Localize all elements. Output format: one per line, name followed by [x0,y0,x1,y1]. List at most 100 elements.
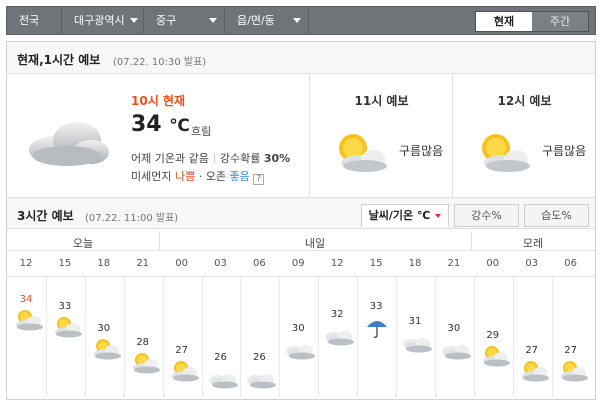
temperature-point: 29 [486,330,500,342]
current-details-line1: 어제 기온과 같음 강수확률 30% [131,152,291,165]
temperature-point: 31 [408,315,422,327]
chevron-down-icon [130,18,138,23]
day-label: 오늘 [72,237,94,250]
forecast-desc: 구름많음 [399,144,444,158]
forecast-panel: 현재,1시간 예보 (07.22. 10:30 발표) 10시 현재 34 ℃ … [6,41,596,400]
grid-line [279,277,280,400]
day-label: 모레 [522,237,544,250]
partly-cloudy-icon [171,360,199,382]
hour-label: 21 [136,258,150,269]
grid-line [202,277,203,400]
temperature-point: 33 [58,301,72,313]
hour-label: 18 [97,258,111,269]
current-temperature: 34 ℃ [131,112,190,137]
help-icon[interactable]: ? [253,174,265,185]
tab-weather-temp[interactable]: 날씨/기온 ℃ [361,204,449,227]
day-row: 오늘 내일 모레 [7,231,595,251]
current-forecast-header: 현재,1시간 예보 (07.22. 10:30 발표) [7,42,595,74]
three-hour-header: 3시간 예보 (07.22. 11:00 발표) 날씨/기온 ℃ 강수% 습도% [7,197,595,229]
chevron-down-icon [293,18,301,23]
tab-humidity[interactable]: 습도% [524,204,589,227]
temperature-point: 30 [447,323,461,334]
day-label: 내일 [304,237,326,250]
grid-line [46,277,47,400]
hour-label: 12 [330,258,344,269]
hour-label: 21 [447,258,461,269]
hour-row: 12 15 18 21 00 03 06 09 12 15 18 21 00 03 06 [7,251,595,277]
tab-weekly[interactable]: 주간 [532,12,588,31]
grid-line [513,277,514,400]
issue-time: (07.22. 10:30 발표) [113,57,207,68]
cloudy-icon [403,337,432,353]
forecast-desc: 구름많음 [542,144,587,158]
hour-label: 03 [214,258,227,269]
grid-line [318,277,319,400]
current-weather: 10시 현재 34 ℃ 흐림 어제 기온과 같음 강수확률 30% 미세먼지 나쁨… [7,74,310,197]
temperature-point: 26 [214,351,227,363]
region-district-select[interactable]: 중구 [144,7,225,34]
forecast-title: 11시 예보 [354,94,409,108]
partly-cloudy-icon [482,134,530,172]
grid-line [396,277,397,400]
current-details-line2: 미세먼지 나쁨 · 오존 좋음 ? [131,168,265,185]
chevron-down-icon [209,18,217,23]
forecast-12: 12시 예보 구름많음 [454,74,595,197]
tab-precip[interactable]: 강수% [454,204,519,227]
hour-label: 00 [486,258,500,269]
view-tabs: 현재 주간 [475,11,589,32]
hour-label: 03 [525,258,539,269]
tab-current[interactable]: 현재 [476,12,532,31]
region-city-select[interactable]: 대구광역시 [62,7,144,34]
ozone-level: 좋음 [229,170,250,183]
cloud-icon [29,122,109,166]
hour-label: 06 [564,258,577,269]
temperature-point: 30 [97,323,111,334]
cloudy-icon [325,330,355,346]
cloudy-icon [247,373,277,389]
temperature-chart: 34 33 30 28 27 26 26 30 32 33 31 30 29 27 27 [7,277,595,400]
partly-cloudy-icon [560,360,588,382]
cloudy-icon [286,345,316,360]
grid-line [357,277,358,400]
issue-time: (07.22. 11:00 발표) [85,213,179,224]
grid-line [435,277,436,400]
metric-tabs: 날씨/기온 ℃ 강수% 습도% [361,204,589,227]
cloudy-icon [441,345,471,360]
hour-label: 09 [291,258,305,269]
temperature-point: 27 [175,344,188,356]
section-title: 3시간 예보 [17,209,74,223]
partly-cloudy-icon [93,339,121,360]
cloudy-icon [208,373,238,389]
grid-line [552,277,553,400]
temperature-point: 27 [525,344,539,356]
partly-cloudy-icon [339,134,387,172]
temperature-point: 27 [564,344,577,356]
temperature-point: 26 [253,351,266,363]
temperature-point: 34 [19,294,33,306]
current-condition: 흐림 [191,125,212,138]
grid-line [240,277,241,400]
forecast-title: 12시 예보 [497,94,552,108]
region-nation[interactable]: 전국 [7,7,62,34]
current-time-label: 10시 현재 [131,94,185,108]
grid-line [163,277,164,400]
hour-label: 12 [19,258,33,269]
partly-cloudy-icon [132,353,160,374]
temperature-point: 30 [291,323,305,334]
grid-line [85,277,86,400]
partly-cloudy-icon [16,310,43,331]
chevron-down-icon [435,214,442,218]
partly-cloudy-icon [482,346,510,367]
temperature-point: 28 [136,337,150,349]
forecast-11: 11시 예보 구름많음 [311,74,453,197]
hour-label: 15 [369,258,383,269]
hour-label: 18 [408,258,422,269]
temperature-point: 32 [330,308,344,320]
dust-level: 나쁨 [174,170,196,183]
hour-label: 06 [253,258,266,269]
hour-label: 15 [58,258,72,269]
region-town-select[interactable]: 읍/면/동 [225,7,309,34]
umbrella-icon [367,321,388,339]
section-title: 현재,1시간 예보 [17,53,101,67]
region-nav-bar: 전국 대구광역시 중구 읍/면/동 현재 주간 [6,6,596,35]
